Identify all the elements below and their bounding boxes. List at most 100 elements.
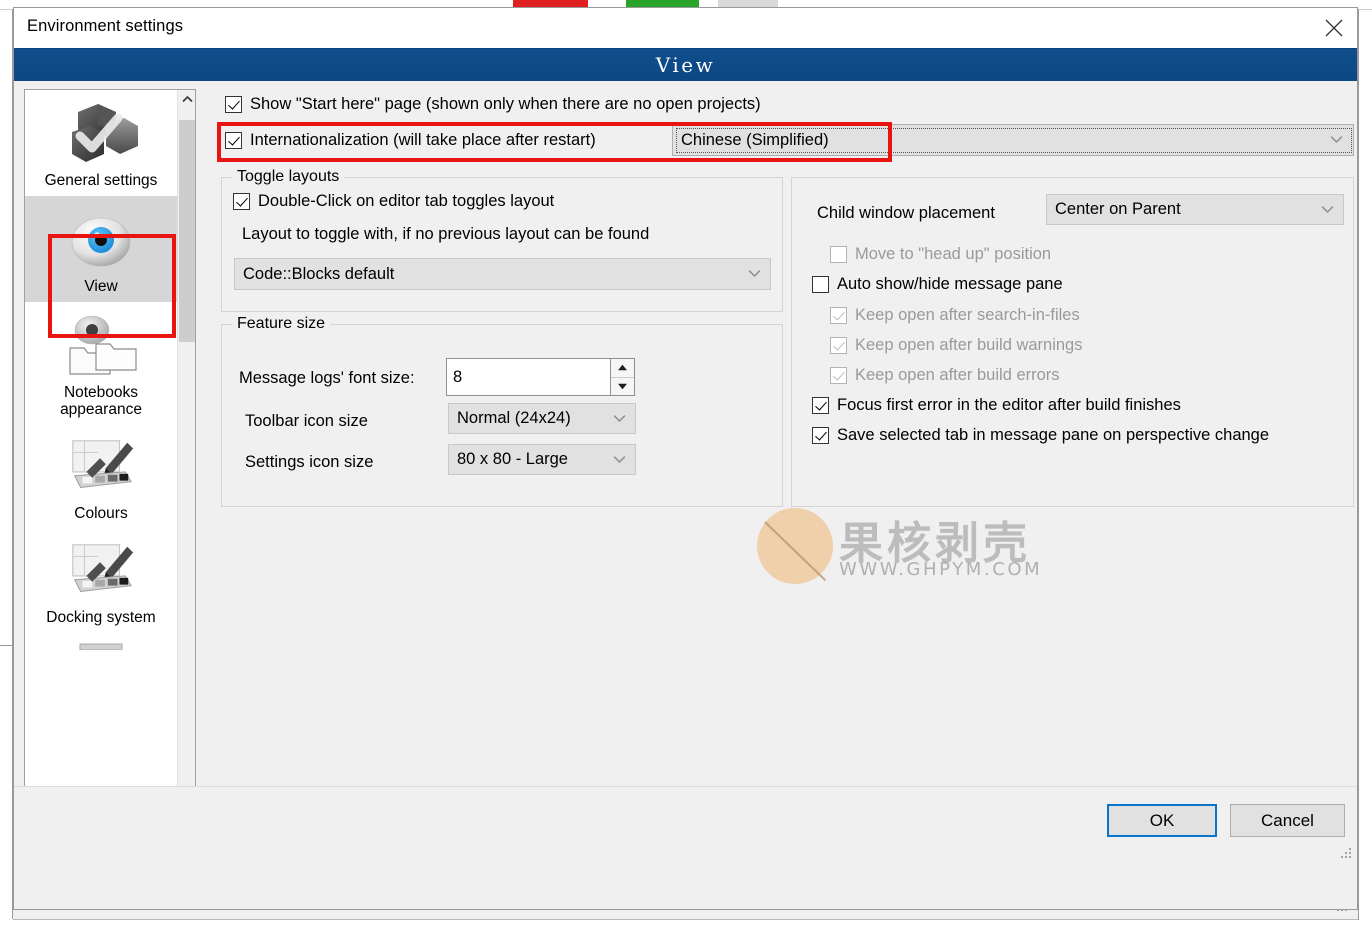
child-window-placement-value: Center on Parent — [1055, 200, 1181, 218]
settings-icon-size-label: Settings icon size — [245, 453, 374, 471]
focus-first-error-row[interactable]: Focus first error in the editor after bu… — [812, 396, 1181, 415]
background-left-divider — [0, 645, 13, 646]
sidebar-item-label: Docking system — [46, 609, 156, 627]
sidebar-item-label: Colours — [74, 505, 128, 523]
sidebar-item-label: General settings — [44, 172, 158, 189]
double-click-toggles-layout-checkbox[interactable] — [233, 193, 250, 210]
layout-select[interactable]: Code::Blocks default — [234, 258, 771, 290]
chevron-down-icon[interactable] — [748, 265, 761, 283]
save-selected-tab-label: Save selected tab in message pane on per… — [837, 426, 1270, 444]
keep-open-build-warnings-label: Keep open after build warnings — [855, 336, 1083, 354]
page-title: View — [655, 53, 716, 77]
keep-open-build-errors-row[interactable]: Keep open after build errors — [830, 366, 1060, 385]
keep-open-build-errors-label: Keep open after build errors — [855, 366, 1060, 384]
colours-palette-icon — [58, 433, 144, 503]
triangle-down-icon[interactable] — [611, 376, 634, 396]
message-logs-font-size-stepper[interactable]: 8 — [446, 358, 635, 396]
toolbar-icon-size-value: Normal (24x24) — [457, 409, 571, 427]
keep-open-search-in-files-row[interactable]: Keep open after search-in-files — [830, 306, 1080, 325]
notebooks-appearance-icon — [58, 310, 144, 382]
keep-open-build-warnings-checkbox[interactable] — [830, 337, 847, 354]
focus-first-error-checkbox[interactable] — [812, 397, 829, 414]
dialog-titlebar: Environment settings — [14, 8, 1357, 48]
environment-settings-dialog: Environment settings View General settin… — [13, 7, 1358, 910]
toolbar-icon-size-select[interactable]: Normal (24x24) — [448, 403, 636, 434]
chevron-down-icon[interactable] — [1321, 201, 1334, 219]
internationalization-row[interactable]: Internationalization (will take place af… — [225, 131, 596, 150]
no-entry-slash — [764, 521, 827, 582]
triangle-up-icon[interactable] — [611, 359, 634, 377]
dialog-body: General settings View Notebooks appearan… — [14, 81, 1357, 864]
docking-system-icon — [58, 537, 144, 607]
keep-open-search-in-files-label: Keep open after search-in-files — [855, 306, 1080, 324]
close-icon[interactable] — [1311, 8, 1357, 47]
feature-size-title: Feature size — [232, 315, 331, 333]
watermark: 果核剥壳 WWW.GHPYM.COM — [757, 503, 1057, 593]
move-head-up-checkbox[interactable] — [830, 246, 847, 263]
move-head-up-row[interactable]: Move to "head up" position — [830, 245, 1051, 264]
dialog-footer: OK Cancel — [14, 786, 1357, 864]
view-settings-content: Show "Start here" page (shown only when … — [209, 81, 1354, 864]
sidebar-item-notebooks-appearance[interactable]: Notebooks appearance — [25, 302, 177, 426]
cancel-button[interactable]: Cancel — [1230, 804, 1345, 837]
sidebar-item-docking-system[interactable]: Docking system — [25, 529, 177, 633]
stepper-buttons[interactable] — [610, 359, 634, 395]
double-click-toggles-layout-row[interactable]: Double-Click on editor tab toggles layou… — [233, 192, 554, 211]
page-banner: View — [14, 48, 1357, 81]
toolbar-icon-size-label: Toolbar icon size — [245, 412, 368, 430]
general-settings-icon — [58, 98, 144, 170]
ok-button[interactable]: OK — [1107, 804, 1217, 837]
sidebar-scrollbar[interactable] — [177, 90, 195, 833]
watermark-text: 果核剥壳 — [839, 518, 1031, 569]
no-entry-icon — [757, 508, 833, 584]
background-right-border — [1358, 9, 1359, 920]
sidebar-item-partial[interactable] — [25, 633, 177, 653]
auto-show-hide-message-pane-checkbox[interactable] — [812, 276, 829, 293]
sidebar-item-view[interactable]: View — [25, 195, 177, 302]
chevron-down-icon[interactable] — [1330, 131, 1343, 149]
chevron-down-icon[interactable] — [613, 451, 626, 469]
watermark-url: WWW.GHPYM.COM — [839, 559, 1043, 580]
internationalization-checkbox[interactable] — [225, 132, 242, 149]
keep-open-search-in-files-checkbox[interactable] — [830, 307, 847, 324]
show-start-here-label: Show "Start here" page (shown only when … — [250, 95, 761, 113]
settings-icon-size-select[interactable]: 80 x 80 - Large — [448, 444, 636, 475]
move-head-up-label: Move to "head up" position — [855, 245, 1052, 263]
child-window-placement-select[interactable]: Center on Parent — [1046, 194, 1344, 225]
dialog-title: Environment settings — [27, 17, 184, 35]
keep-open-build-errors-checkbox[interactable] — [830, 367, 847, 384]
eye-icon — [58, 204, 144, 276]
sidebar-scrollbar-thumb[interactable] — [179, 120, 195, 342]
settings-icon-size-value: 80 x 80 - Large — [457, 450, 568, 468]
language-select[interactable]: Chinese (Simplified) — [672, 124, 1354, 156]
show-start-here-checkbox[interactable] — [225, 96, 242, 113]
save-selected-tab-row[interactable]: Save selected tab in message pane on per… — [812, 426, 1269, 445]
internationalization-label: Internationalization (will take place af… — [250, 131, 596, 149]
toggle-layouts-title: Toggle layouts — [232, 168, 345, 186]
settings-category-sidebar: General settings View Notebooks appearan… — [24, 89, 196, 834]
child-window-placement-label: Child window placement — [817, 204, 995, 222]
partial-icon — [58, 637, 144, 651]
keep-open-build-warnings-row[interactable]: Keep open after build warnings — [830, 336, 1083, 355]
toggle-layouts-group: Toggle layouts Double-Click on editor ta… — [221, 168, 783, 312]
sidebar-item-label: Notebooks appearance — [60, 383, 142, 419]
chevron-up-icon[interactable] — [178, 90, 195, 108]
show-start-here-row[interactable]: Show "Start here" page (shown only when … — [225, 95, 761, 114]
language-select-value: Chinese (Simplified) — [681, 130, 829, 149]
double-click-toggles-layout-label: Double-Click on editor tab toggles layou… — [258, 192, 555, 210]
feature-size-group: Feature size Message logs' font size: 8 … — [221, 315, 783, 507]
message-logs-font-size-value[interactable]: 8 — [447, 359, 610, 395]
background-bottom-border — [13, 919, 1358, 920]
sidebar-item-general-settings[interactable]: General settings — [25, 90, 177, 196]
layout-toggle-hint: Layout to toggle with, if no previous la… — [242, 225, 650, 243]
chevron-down-icon[interactable] — [613, 410, 626, 428]
window-behaviour-group: Child window placement Center on Parent … — [791, 177, 1354, 507]
message-logs-font-size-label: Message logs' font size: — [239, 369, 415, 387]
auto-show-hide-message-pane-row[interactable]: Auto show/hide message pane — [812, 275, 1063, 294]
resize-grip-icon[interactable] — [1340, 847, 1353, 860]
sidebar-item-colours[interactable]: Colours — [25, 425, 177, 529]
layout-select-value: Code::Blocks default — [243, 264, 395, 283]
sidebar-item-label: View — [84, 277, 118, 295]
sidebar-list: General settings View Notebooks appearan… — [25, 90, 177, 833]
save-selected-tab-checkbox[interactable] — [812, 427, 829, 444]
